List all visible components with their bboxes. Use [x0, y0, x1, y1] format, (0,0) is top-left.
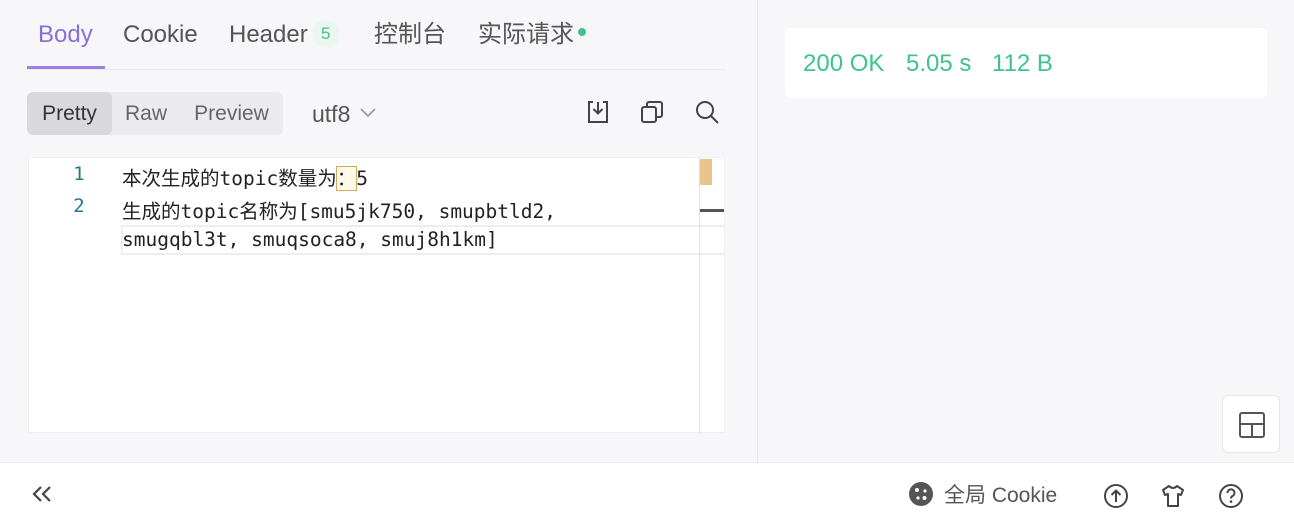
ruler-cursor-marker	[700, 209, 724, 212]
status-code: 200 OK	[803, 50, 885, 77]
search-button[interactable]	[694, 99, 722, 127]
tab-console[interactable]: 控制台	[374, 20, 446, 50]
tab-cookie-label: Cookie	[123, 21, 198, 48]
status-dot	[578, 27, 586, 36]
chevron-down-icon	[360, 108, 376, 118]
code-text: 5	[356, 167, 368, 190]
help-circle-icon	[1219, 484, 1243, 508]
copy-icon	[641, 101, 663, 123]
view-preview-button[interactable]: Preview	[180, 92, 283, 135]
response-tabs: Body Cookie Header 5 控制台 实际请求	[27, 0, 726, 70]
tab-console-label: 控制台	[374, 21, 446, 48]
tab-header-label: Header	[229, 21, 308, 48]
download-button[interactable]	[585, 99, 613, 127]
overview-ruler[interactable]	[699, 158, 700, 434]
shirt-icon	[1162, 485, 1184, 507]
tab-body[interactable]: Body	[38, 20, 93, 50]
response-panel: Body Cookie Header 5 控制台 实际请求 Pretty Raw …	[0, 0, 756, 462]
line-number-gutter: 1 2	[29, 158, 119, 432]
code-line-2: 生成的topic名称为[smu5jk750, smupbtld2,	[122, 200, 556, 223]
bottom-bar: 全局 Cookie	[0, 462, 1294, 521]
tab-actual-request-label: 实际请求	[478, 21, 574, 48]
code-line-1: 本次生成的topic数量为：5	[122, 162, 368, 191]
upload-button[interactable]	[1103, 483, 1129, 514]
line-number: 1	[73, 163, 85, 185]
response-time: 5.05 s	[906, 50, 972, 77]
tab-actual-request[interactable]: 实际请求	[478, 20, 586, 50]
highlighted-char: ：	[335, 166, 358, 191]
help-button[interactable]	[1218, 483, 1244, 514]
code-line-2-wrap: smugqbl3t, smuqsoca8, smuj8h1km]	[122, 228, 498, 251]
download-icon	[588, 101, 608, 123]
view-mode-switch: Pretty Raw Preview	[27, 92, 283, 135]
layout-toggle-button[interactable]	[1222, 395, 1280, 453]
view-pretty-button[interactable]: Pretty	[27, 92, 112, 135]
encoding-value: utf8	[312, 101, 351, 127]
header-count-badge: 5	[311, 19, 340, 48]
tab-cookie[interactable]: Cookie	[123, 20, 198, 50]
search-icon	[696, 101, 719, 124]
cookie-icon	[909, 482, 933, 507]
code-text: 本次生成的topic数量为	[122, 167, 337, 190]
view-raw-button[interactable]: Raw	[112, 92, 180, 135]
encoding-select[interactable]: utf8	[312, 99, 376, 129]
response-summary-panel: 200 OK 5.05 s 112 B	[757, 0, 1294, 462]
tab-body-label: Body	[38, 21, 93, 48]
collapse-sidebar-button[interactable]	[31, 485, 53, 508]
response-body-editor[interactable]: 1 2 本次生成的topic数量为：5 生成的topic名称为[smu5jk75…	[28, 157, 725, 434]
line-number: 2	[73, 195, 85, 217]
layout-icon	[1239, 412, 1265, 438]
upload-circle-icon	[1104, 484, 1128, 508]
response-size: 112 B	[992, 50, 1053, 77]
global-cookie-button[interactable]: 全局 Cookie	[908, 482, 1057, 510]
ruler-highlight-marker	[700, 159, 712, 185]
response-summary: 200 OK 5.05 s 112 B	[785, 28, 1267, 98]
global-cookie-label: 全局 Cookie	[944, 484, 1058, 507]
copy-button[interactable]	[639, 99, 667, 127]
double-chevron-left-icon	[32, 486, 51, 502]
tab-header[interactable]: Header 5	[229, 19, 340, 50]
active-tab-indicator	[27, 66, 105, 69]
theme-button[interactable]	[1160, 483, 1186, 514]
